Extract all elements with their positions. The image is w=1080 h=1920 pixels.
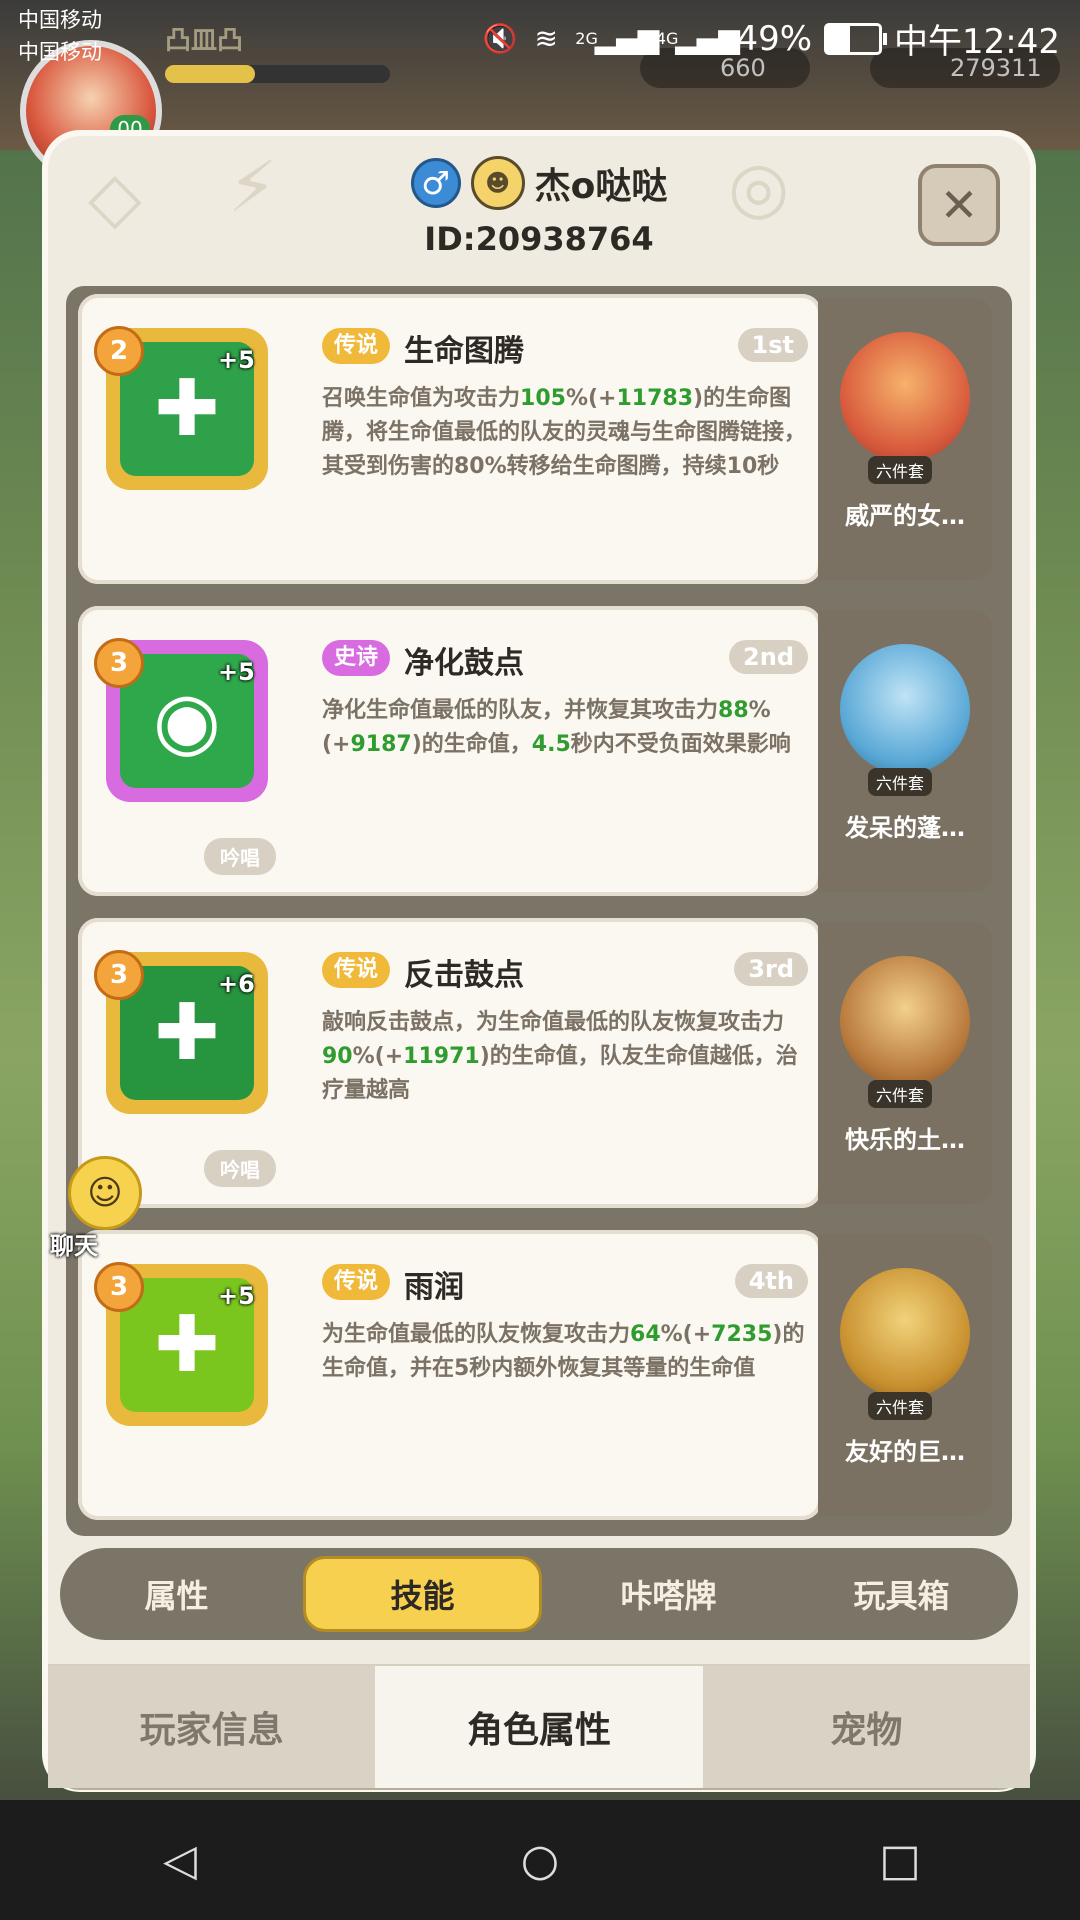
signal-bars-icon: ▂▄▆: [675, 22, 740, 55]
player-name: 杰o哒哒: [534, 166, 668, 207]
pet-panel[interactable]: 六件套 威严的女…: [818, 298, 992, 580]
skill-card[interactable]: ◉ 3 +5 史诗 净化鼓点 2nd 净化生命值最低的队友，并恢复其攻击力88%…: [78, 606, 822, 896]
player-name-row: ♂ ☻ 杰o哒哒: [48, 156, 1030, 210]
wifi-icon: ≋: [534, 22, 559, 55]
mute-icon: 🔇: [482, 22, 518, 55]
skill-level-badge: 3: [94, 950, 144, 1000]
skill-title: 生命图腾: [404, 334, 524, 369]
tab-toybox[interactable]: 玩具箱: [785, 1548, 1018, 1640]
tab-character-attributes[interactable]: 角色属性: [375, 1666, 703, 1788]
skill-description: 为生命值最低的队友恢复攻击力64%(+7235)的生命值，并在5秒内额外恢复其等…: [322, 1322, 805, 1381]
pet-set-tag: 六件套: [868, 456, 933, 484]
skill-level-badge: 3: [94, 1262, 144, 1312]
skill-level-badge: 2: [94, 326, 144, 376]
signal-bars-icon: ▂▄▆: [594, 22, 660, 55]
navigation-bar: ◁ ○ □: [0, 1800, 1080, 1920]
battery-icon: [824, 22, 888, 55]
home-icon[interactable]: ○: [505, 1825, 575, 1895]
skill-rank-badge: 2nd: [729, 640, 808, 674]
pet-avatar: [840, 1268, 970, 1398]
skill-plus-badge: +5: [218, 1282, 255, 1310]
close-button[interactable]: ✕: [918, 164, 1000, 246]
tab-pets[interactable]: 宠物: [702, 1666, 1030, 1788]
skill-title: 反击鼓点: [404, 958, 524, 993]
skill-rank-badge: 4th: [734, 1264, 808, 1298]
rarity-badge: 史诗: [322, 640, 391, 676]
pet-name: 快乐的土…: [845, 1126, 965, 1154]
skill-card[interactable]: ✚ 2 +5 传说 生命图腾 1st 召唤生命值为攻击力105%(+11783)…: [78, 294, 822, 584]
pet-name: 威严的女…: [845, 502, 965, 530]
skill-rank-badge: 1st: [737, 328, 808, 362]
skill-rank-badge: 3rd: [734, 952, 808, 986]
pet-avatar: [840, 332, 970, 462]
rarity-badge: 传说: [322, 1264, 391, 1300]
sub-tabs: 属性 技能 咔嗒牌 玩具箱: [60, 1548, 1018, 1640]
pet-avatar: [840, 644, 970, 774]
chat-button[interactable]: ☺ 聊天: [28, 1156, 142, 1260]
battery-percent: 49%: [736, 18, 813, 59]
chant-tag: 吟唱: [204, 1150, 276, 1187]
pet-name: 发呆的蓬…: [845, 814, 965, 842]
clock: 中午12:42: [894, 22, 1060, 62]
pet-set-tag: 六件套: [868, 1080, 933, 1108]
rarity-badge: 传说: [322, 952, 391, 988]
carrier-label: 中国移动: [18, 8, 102, 32]
tab-player-info[interactable]: 玩家信息: [48, 1666, 376, 1788]
pet-panel[interactable]: 六件套 友好的巨…: [818, 1234, 992, 1516]
player-info-modal: ◇ ⚡ ◎ ♂ ☻ 杰o哒哒 ID:20938764 ✕ ✚ 2 +5 传说 生…: [48, 136, 1030, 1788]
back-icon[interactable]: ◁: [145, 1825, 215, 1895]
skill-card[interactable]: ✚ 3 +6 传说 反击鼓点 3rd 敲响反击鼓点，为生命值最低的队友恢复攻击力…: [78, 918, 822, 1208]
skill-plus-badge: +5: [218, 346, 255, 374]
pet-panel[interactable]: 六件套 发呆的蓬…: [818, 610, 992, 892]
skill-card[interactable]: ✚ 3 +5 传说 雨润 4th 为生命值最低的队友恢复攻击力64%(+7235…: [78, 1230, 822, 1520]
pet-name: 友好的巨…: [845, 1438, 965, 1466]
skill-plus-badge: +5: [218, 658, 255, 686]
skill-title: 净化鼓点: [404, 646, 524, 681]
player-id: ID:20938764: [424, 220, 654, 258]
chat-face-icon: ☺: [68, 1156, 142, 1230]
tab-attributes[interactable]: 属性: [60, 1548, 293, 1640]
skill-description: 敲响反击鼓点，为生命值最低的队友恢复攻击力90%(+11971)的生命值，队友生…: [322, 1010, 798, 1103]
skill-list[interactable]: ✚ 2 +5 传说 生命图腾 1st 召唤生命值为攻击力105%(+11783)…: [66, 286, 1012, 1536]
tab-skills[interactable]: 技能: [303, 1556, 542, 1632]
chat-label: 聊天: [50, 1232, 98, 1260]
skill-plus-badge: +6: [218, 970, 255, 998]
pet-set-tag: 六件套: [868, 1392, 933, 1420]
main-tabs: 玩家信息 角色属性 宠物: [48, 1664, 1030, 1788]
skill-description: 召唤生命值为攻击力105%(+11783)的生命图腾，将生命值最低的队友的灵魂与…: [322, 386, 807, 479]
tab-cards[interactable]: 咔嗒牌: [552, 1548, 785, 1640]
modal-header: ◇ ⚡ ◎ ♂ ☻ 杰o哒哒 ID:20938764 ✕: [48, 136, 1030, 286]
pet-panel[interactable]: 六件套 快乐的土…: [818, 922, 992, 1204]
status-bar: 中国移动 中国移动 🔇 ≋ 2G ▂▄▆ 4G ▂▄▆ 49% 中午12:42: [0, 0, 1080, 70]
rarity-badge: 传说: [322, 328, 391, 364]
player-badge-icon: ☻: [470, 156, 525, 210]
chant-tag: 吟唱: [204, 838, 276, 875]
skill-title: 雨润: [404, 1270, 464, 1305]
pet-avatar: [840, 956, 970, 1086]
male-gender-icon: ♂: [410, 158, 461, 208]
recent-apps-icon[interactable]: □: [865, 1825, 935, 1895]
pet-set-tag: 六件套: [868, 768, 933, 796]
carrier-label: 中国移动: [18, 40, 102, 64]
skill-level-badge: 3: [94, 638, 144, 688]
skill-description: 净化生命值最低的队友，并恢复其攻击力88%(+9187)的生命值，4.5秒内不受…: [322, 698, 791, 757]
